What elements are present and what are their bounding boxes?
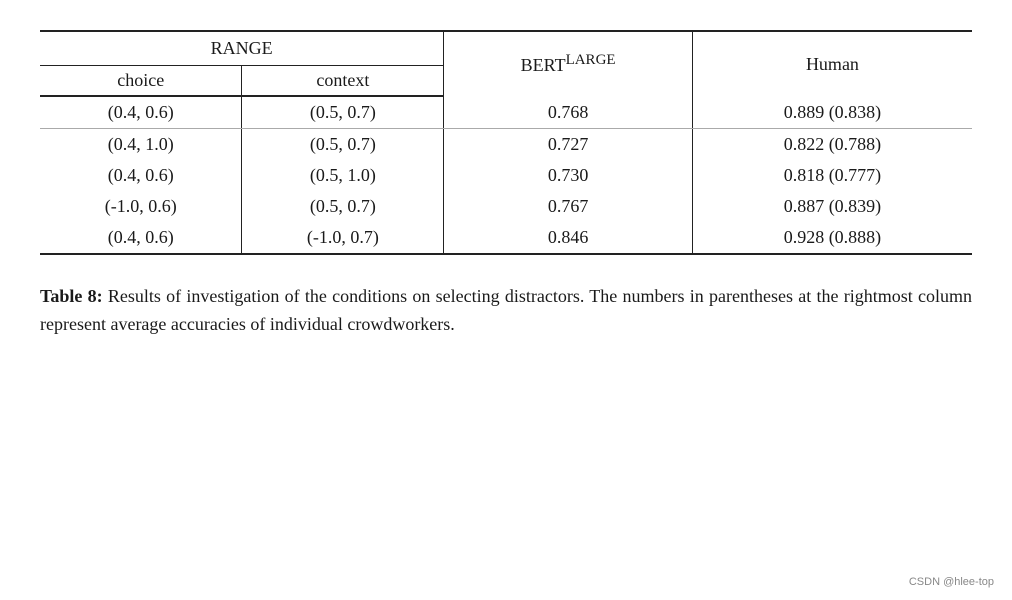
data-table: RANGE BERTLARGE Human choice context (0.… [40, 30, 972, 255]
header-range-row: RANGE BERTLARGE Human [40, 31, 972, 66]
cell-human: 0.818 (0.777) [692, 160, 972, 191]
cell-bert: 0.846 [444, 222, 693, 254]
cell-choice: (-1.0, 0.6) [40, 191, 242, 222]
cell-choice: (0.4, 0.6) [40, 222, 242, 254]
cell-context: (-1.0, 0.7) [242, 222, 444, 254]
caption-area: Table 8: Results of investigation of the… [40, 283, 972, 339]
table-row: (-1.0, 0.6)(0.5, 0.7)0.7670.887 (0.839) [40, 191, 972, 222]
table-row: (0.4, 0.6)(-1.0, 0.7)0.8460.928 (0.888) [40, 222, 972, 254]
cell-human: 0.928 (0.888) [692, 222, 972, 254]
table-row: (0.4, 0.6)(0.5, 0.7)0.7680.889 (0.838) [40, 96, 972, 129]
cell-context: (0.5, 0.7) [242, 191, 444, 222]
cell-context: (0.5, 0.7) [242, 96, 444, 129]
caption-label: Table 8: [40, 286, 103, 306]
cell-human: 0.889 (0.838) [692, 96, 972, 129]
cell-context: (0.5, 0.7) [242, 129, 444, 161]
col-context-header: context [242, 66, 444, 97]
cell-bert: 0.730 [444, 160, 693, 191]
bert-sub-label: LARGE [566, 52, 616, 68]
human-header: Human [692, 31, 972, 96]
table-container: RANGE BERTLARGE Human choice context (0.… [40, 30, 972, 255]
cell-bert: 0.767 [444, 191, 693, 222]
cell-context: (0.5, 1.0) [242, 160, 444, 191]
caption-text: Results of investigation of the conditio… [40, 286, 972, 334]
cell-human: 0.822 (0.788) [692, 129, 972, 161]
table-row: (0.4, 1.0)(0.5, 0.7)0.7270.822 (0.788) [40, 129, 972, 161]
table-row: (0.4, 0.6)(0.5, 1.0)0.7300.818 (0.777) [40, 160, 972, 191]
cell-human: 0.887 (0.839) [692, 191, 972, 222]
col-choice-header: choice [40, 66, 242, 97]
table-body: (0.4, 0.6)(0.5, 0.7)0.7680.889 (0.838)(0… [40, 96, 972, 254]
cell-bert: 0.768 [444, 96, 693, 129]
bert-label: BERT [521, 55, 566, 75]
cell-bert: 0.727 [444, 129, 693, 161]
cell-choice: (0.4, 1.0) [40, 129, 242, 161]
watermark: CSDN @hlee-top [909, 576, 994, 588]
cell-choice: (0.4, 0.6) [40, 96, 242, 129]
bert-header: BERTLARGE [444, 31, 693, 96]
range-header: RANGE [40, 31, 444, 66]
cell-choice: (0.4, 0.6) [40, 160, 242, 191]
